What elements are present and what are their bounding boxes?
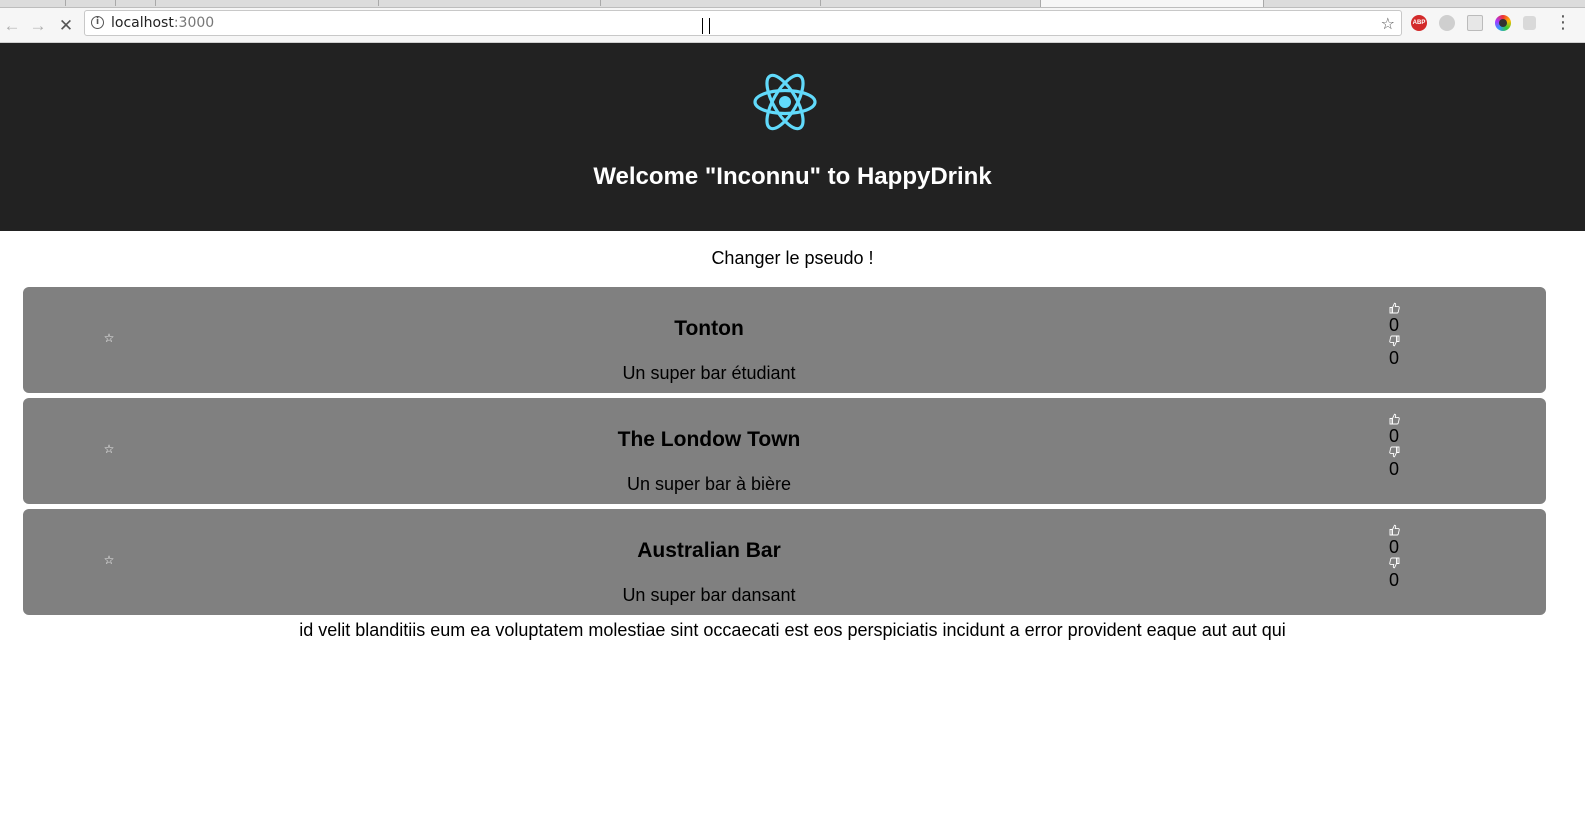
url-host: localhost	[111, 15, 174, 31]
stop-loading-icon[interactable]: ✕	[55, 14, 77, 36]
bar-description: Un super bar étudiant	[622, 363, 796, 383]
browser-menu-icon[interactable]: ⋮	[1554, 14, 1572, 32]
thumbs-down-icon[interactable]	[1365, 557, 1423, 570]
page-title: Welcome "Inconnu" to HappyDrink	[593, 163, 992, 190]
bar-description: Un super bar à bière	[626, 474, 792, 494]
text-cursor-icon	[702, 18, 710, 34]
bar-name: The Londow Town	[617, 428, 801, 451]
tab-separator	[600, 0, 601, 6]
tab-separator	[378, 0, 379, 6]
vote-panel: 0 0	[1365, 524, 1423, 590]
tab-separator	[820, 0, 821, 6]
tab-separator	[155, 0, 156, 6]
react-logo-icon	[753, 73, 817, 131]
change-pseudo-link[interactable]: Changer le pseudo !	[0, 248, 1585, 269]
tab-separator	[115, 0, 116, 6]
like-count: 0	[1388, 537, 1399, 557]
thumbs-up-icon[interactable]	[1365, 524, 1423, 537]
site-info-icon[interactable]: i	[91, 16, 104, 29]
bar-name: Tonton	[674, 317, 744, 340]
thumbs-up-icon[interactable]	[1365, 413, 1423, 426]
url-text[interactable]: localhost:3000	[111, 15, 214, 31]
bar-card: ☆ Australian Bar Un super bar dansant 0 …	[23, 509, 1546, 615]
dislike-count: 0	[1388, 459, 1399, 479]
adblock-extension-icon[interactable]: ABP	[1411, 15, 1427, 31]
address-bar[interactable]: i localhost:3000 ☆	[84, 10, 1402, 36]
grid-extension-icon[interactable]	[1467, 15, 1483, 31]
gray-extension-icon[interactable]	[1439, 15, 1455, 31]
vote-panel: 0 0	[1365, 302, 1423, 368]
active-browser-tab[interactable]	[1040, 0, 1264, 7]
browser-toolbar: ← → ✕ i localhost:3000 ☆ ABP ⋮	[0, 8, 1585, 43]
color-wheel-extension-icon[interactable]	[1495, 15, 1511, 31]
thumbs-down-icon[interactable]	[1365, 446, 1423, 459]
bar-card: ☆ The Londow Town Un super bar à bière 0…	[23, 398, 1546, 504]
shield-extension-icon[interactable]	[1523, 16, 1536, 30]
bar-description: Un super bar dansant	[622, 585, 796, 605]
like-count: 0	[1388, 315, 1399, 335]
like-count: 0	[1388, 426, 1399, 446]
tab-separator	[65, 0, 66, 6]
footer-text: id velit blanditiis eum ea voluptatem mo…	[299, 620, 1286, 640]
app-header: Welcome "Inconnu" to HappyDrink	[0, 43, 1585, 231]
url-port: :3000	[173, 15, 215, 31]
dislike-count: 0	[1388, 348, 1399, 368]
bookmark-star-icon[interactable]: ☆	[1381, 14, 1395, 33]
thumbs-up-icon[interactable]	[1365, 302, 1423, 315]
bar-list: ☆ Tonton Un super bar étudiant 0 0 ☆ The…	[23, 287, 1546, 620]
dislike-count: 0	[1388, 570, 1399, 590]
forward-arrow-icon[interactable]: →	[27, 14, 49, 36]
tab-strip	[0, 0, 1585, 8]
vote-panel: 0 0	[1365, 413, 1423, 479]
back-arrow-icon[interactable]: ←	[1, 14, 23, 36]
bar-card: ☆ Tonton Un super bar étudiant 0 0	[23, 287, 1546, 393]
bar-name: Australian Bar	[637, 539, 781, 562]
thumbs-down-icon[interactable]	[1365, 335, 1423, 348]
